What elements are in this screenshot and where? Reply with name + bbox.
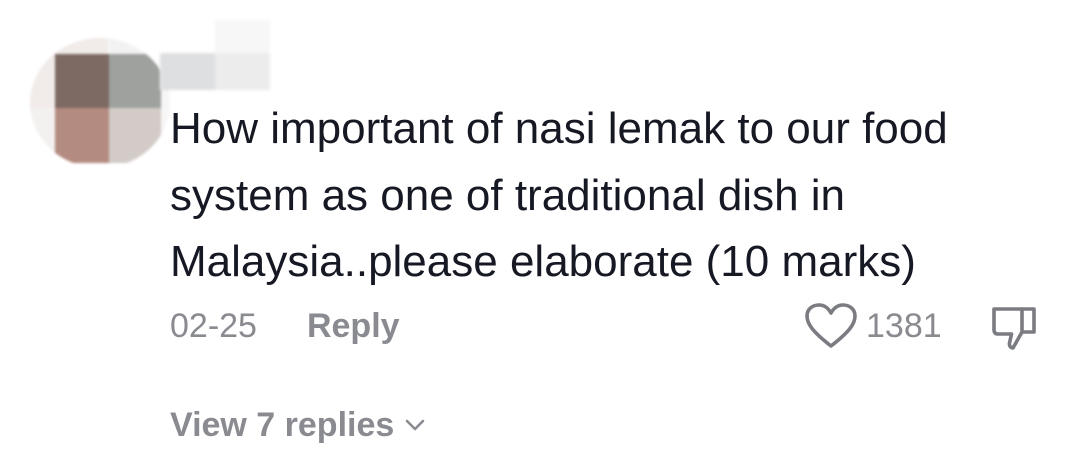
chevron-down-icon <box>405 419 425 431</box>
avatar[interactable] <box>30 38 170 168</box>
username-obscured[interactable] <box>155 20 270 90</box>
view-replies-label: View 7 replies <box>170 405 395 444</box>
thumbs-down-outline-icon[interactable] <box>990 303 1040 353</box>
heart-outline-icon <box>805 303 857 348</box>
comment-text: How important of nasi lemak to our food … <box>170 104 948 286</box>
comment-date: 02-25 <box>170 306 257 345</box>
comment-item: How important of nasi lemak to our food … <box>0 0 1080 472</box>
reply-button[interactable]: Reply <box>307 307 400 346</box>
view-replies-button[interactable]: View 7 replies <box>170 402 426 448</box>
like-button[interactable]: 1381 <box>804 302 942 350</box>
like-count: 1381 <box>866 306 942 345</box>
comment-meta: 02-25 Reply <box>170 303 400 349</box>
